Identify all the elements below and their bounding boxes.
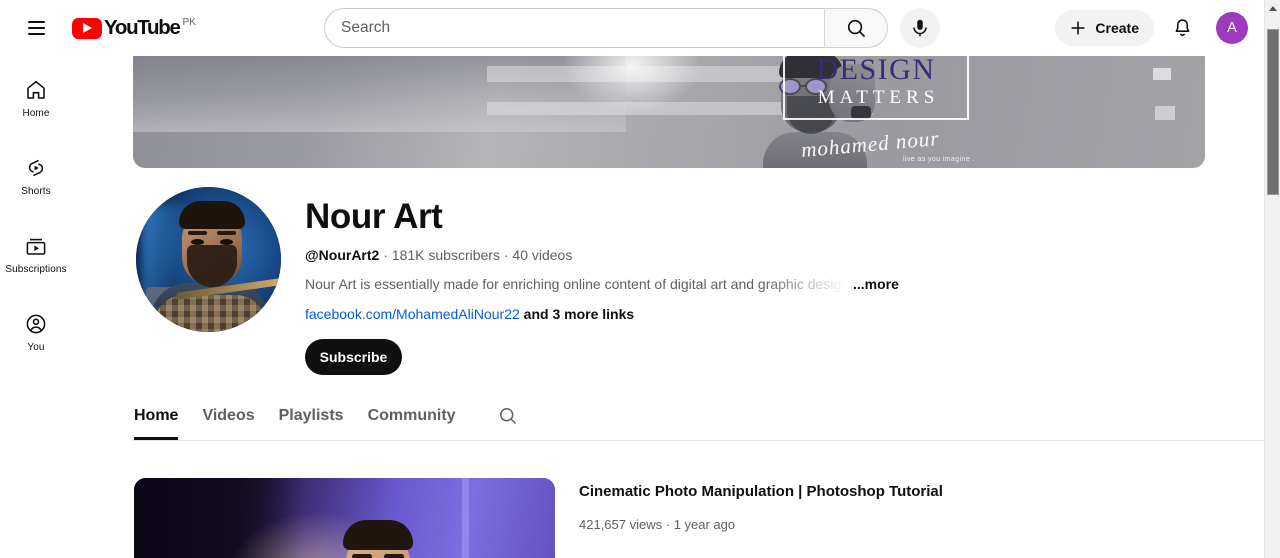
masthead-right: Create A: [984, 8, 1264, 48]
banner-wall-frame: [1153, 68, 1171, 80]
channel-tabs: Home Videos Playlists Community: [133, 397, 1264, 440]
featured-video-info: Cinematic Photo Manipulation | Photoshop…: [579, 478, 1039, 558]
page-content: DESIGN MATTERS mohamed nour live as you …: [72, 56, 1264, 558]
bell-icon: [1175, 18, 1189, 36]
subscriber-count: 181K subscribers: [391, 247, 500, 263]
country-code: PK: [182, 17, 196, 28]
search-submit-button[interactable]: [824, 8, 888, 48]
youtube-logo[interactable]: YouTube PK: [72, 8, 196, 48]
channel-links-row: facebook.com/MohamedAliNour22 and 3 more…: [305, 304, 899, 324]
banner-title-line1: DESIGN: [816, 56, 936, 86]
channel-header: Nour Art @NourArt2 · 181K subscribers · …: [133, 187, 1264, 375]
channel-banner[interactable]: DESIGN MATTERS mohamed nour live as you …: [133, 56, 1205, 168]
metadata-separator: ·: [499, 247, 513, 263]
video-title[interactable]: Cinematic Photo Manipulation | Photoshop…: [579, 481, 1039, 503]
youtube-logo-text: YouTube: [104, 16, 181, 39]
featured-video: Cinematic Photo Manipulation | Photoshop…: [133, 478, 1264, 558]
microphone-icon: [913, 19, 927, 37]
channel-primary-link[interactable]: facebook.com/MohamedAliNour22: [305, 306, 520, 322]
masthead: YouTube PK Search Create A: [0, 0, 1264, 56]
sidebar-item-label: Shorts: [21, 186, 51, 197]
banner-wall-frame: [1155, 106, 1175, 120]
banner-tagline: live as you imagine .: [903, 156, 975, 163]
tab-community[interactable]: Community: [368, 397, 456, 435]
channel-page: DESIGN MATTERS mohamed nour live as you …: [133, 56, 1264, 558]
plus-icon: [1071, 21, 1085, 35]
thumbnail-person: [330, 518, 426, 558]
search-input[interactable]: Search: [324, 8, 824, 48]
search-group: Search: [324, 8, 940, 48]
tab-home[interactable]: Home: [134, 397, 179, 440]
channel-description-row: Nour Art is essentially made for enrichi…: [305, 274, 899, 294]
account-circle-icon: [26, 314, 46, 334]
metadata-separator: ·: [662, 517, 674, 532]
subscriptions-icon: [26, 238, 46, 255]
metadata-separator: ·: [379, 247, 392, 263]
search-icon: [847, 19, 865, 37]
tab-playlists[interactable]: Playlists: [279, 397, 344, 435]
create-button-label: Create: [1095, 20, 1139, 36]
channel-handle[interactable]: @NourArt2: [305, 247, 379, 263]
sidebar-item-home[interactable]: Home: [4, 62, 68, 136]
page-scrollbar[interactable]: [1264, 0, 1280, 558]
banner-light-glow: [561, 56, 702, 114]
banner-title-line2: MATTERS: [817, 87, 940, 108]
home-icon: [27, 80, 45, 99]
search-icon: [499, 408, 516, 425]
hamburger-menu-icon[interactable]: [16, 8, 56, 48]
channel-tabs-wrapper: Home Videos Playlists Community: [133, 397, 1264, 441]
channel-metadata: @NourArt2 · 181K subscribers · 40 videos: [305, 245, 899, 265]
banner-title-box: DESIGN MATTERS: [783, 56, 969, 120]
shorts-icon: [28, 159, 44, 177]
tabs-divider: [133, 440, 1264, 441]
channel-name: Nour Art: [305, 197, 443, 236]
masthead-center: Search: [280, 8, 984, 48]
sidebar-item-subscriptions[interactable]: Subscriptions: [4, 218, 68, 292]
sidebar-item-label: You: [27, 342, 45, 353]
scrollbar-thumb[interactable]: [1267, 29, 1279, 195]
notifications-button[interactable]: [1162, 8, 1202, 48]
sidebar-item-label: Subscriptions: [5, 264, 67, 275]
subscribe-button[interactable]: Subscribe: [305, 339, 402, 375]
channel-search-button[interactable]: [490, 398, 526, 434]
description-more-button[interactable]: ...more: [853, 274, 899, 294]
sidebar-item-label: Home: [22, 108, 50, 119]
youtube-play-icon: [72, 18, 102, 39]
voice-search-button[interactable]: [900, 8, 940, 48]
create-button[interactable]: Create: [1055, 10, 1154, 46]
sidebar-item-shorts[interactable]: Shorts: [4, 140, 68, 214]
sidebar-item-you[interactable]: You: [4, 296, 68, 370]
more-links-button[interactable]: and 3 more links: [524, 306, 634, 322]
video-thumbnail[interactable]: [134, 478, 555, 558]
masthead-left: YouTube PK: [0, 8, 280, 48]
view-count: 421,657 views: [579, 517, 663, 532]
video-metadata: 421,657 views · 1 year ago: [579, 516, 1039, 534]
mini-sidebar: Home Shorts Subscriptions You: [0, 56, 72, 558]
video-age: 1 year ago: [673, 517, 736, 532]
scroll-up-arrow-icon[interactable]: [1265, 0, 1280, 17]
channel-info: Nour Art @NourArt2 · 181K subscribers · …: [305, 187, 899, 375]
channel-description: Nour Art is essentially made for enrichi…: [305, 276, 845, 292]
channel-avatar[interactable]: [136, 187, 281, 332]
search-placeholder: Search: [341, 19, 391, 36]
video-count: 40 videos: [512, 247, 573, 263]
tab-videos[interactable]: Videos: [202, 397, 254, 435]
avatar[interactable]: A: [1216, 12, 1248, 44]
